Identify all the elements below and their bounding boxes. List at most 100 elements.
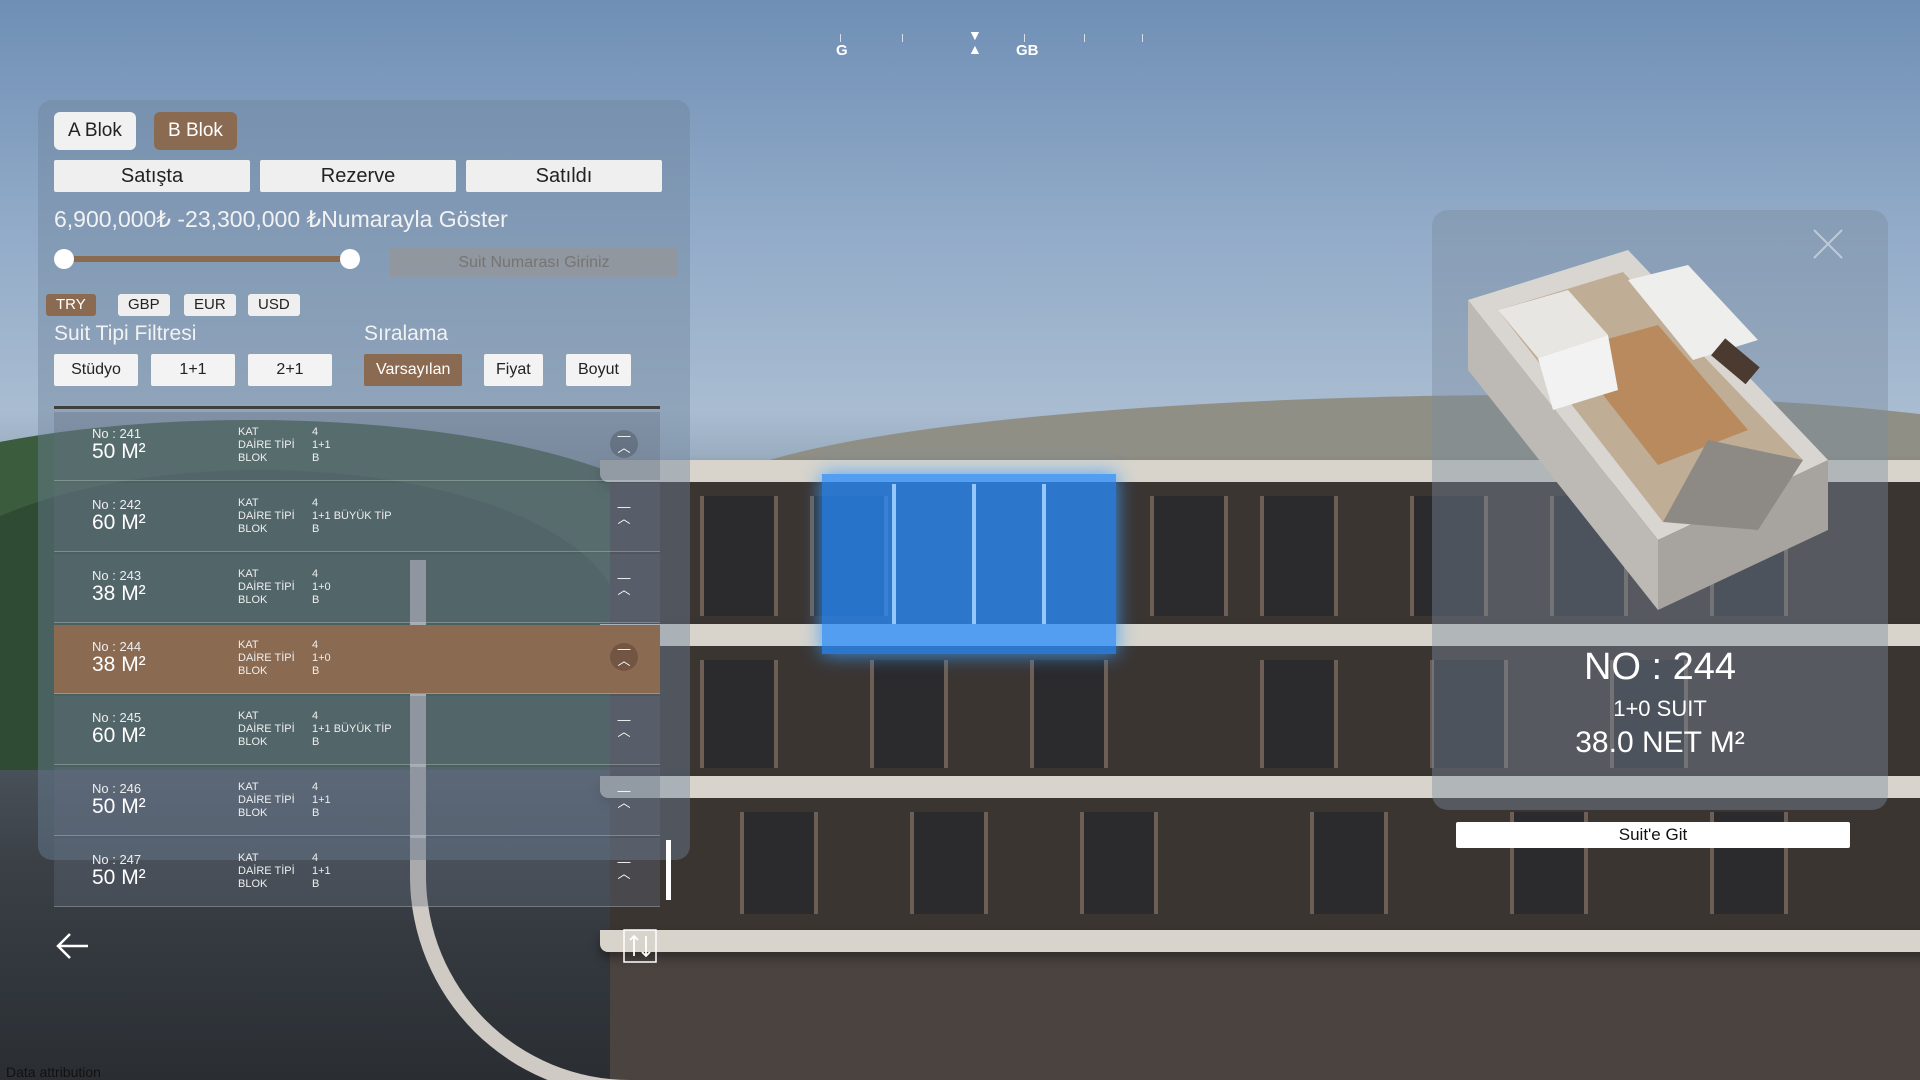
currency-eur-button[interactable]: EUR bbox=[184, 294, 236, 316]
selected-unit-highlight[interactable] bbox=[822, 474, 1116, 654]
compass-label-gb: GB bbox=[1016, 42, 1039, 59]
filter-panel: A Blok B Blok Satışta Rezerve Satıldı 6,… bbox=[38, 100, 690, 907]
expand-toggle-icon[interactable]: — ︿ bbox=[610, 500, 638, 529]
unit-block: B bbox=[312, 452, 320, 464]
blok-label: BLOK bbox=[238, 452, 268, 464]
data-attribution-link[interactable]: Data attribution bbox=[6, 1064, 101, 1080]
unit-field-values: 4 1+1 B bbox=[312, 852, 331, 891]
unit-field-labels: KAT DAİRE TİPİ BLOK bbox=[238, 426, 295, 465]
kat-label: KAT bbox=[238, 497, 259, 509]
unit-field-labels: KAT DAİRE TİPİ BLOK bbox=[238, 710, 295, 749]
unit-block: B bbox=[312, 665, 320, 677]
unit-field-values: 4 1+0 B bbox=[312, 568, 331, 607]
status-reserved-button[interactable]: Rezerve bbox=[260, 160, 456, 192]
suite-number-input[interactable] bbox=[390, 248, 678, 278]
building-floor bbox=[610, 798, 1920, 930]
filter-2plus1-button[interactable]: 2+1 bbox=[248, 354, 332, 386]
unit-floor: 4 bbox=[312, 852, 319, 864]
unit-floor: 4 bbox=[312, 426, 319, 438]
unit-row-242[interactable]: No : 242 60 M² KAT DAİRE TİPİ BLOK 4 1+1 BÜ… bbox=[54, 483, 660, 552]
unit-size: 50 M² bbox=[92, 866, 146, 889]
unit-block: B bbox=[312, 736, 320, 748]
unit-size: 38 M² bbox=[92, 582, 146, 605]
status-on-sale-button[interactable]: Satışta bbox=[54, 160, 250, 192]
unit-size: 60 M² bbox=[92, 724, 146, 747]
block-a-button[interactable]: A Blok bbox=[54, 112, 136, 150]
unit-number: No : 245 bbox=[92, 710, 142, 725]
unit-number: No : 241 bbox=[92, 426, 142, 441]
price-slider[interactable] bbox=[54, 249, 360, 269]
expand-toggle-icon[interactable]: — ︿ bbox=[610, 571, 638, 600]
compass-bar: G ▼ ▲ GB bbox=[820, 28, 1160, 68]
daire-tipi-label: DAİRE TİPİ bbox=[238, 794, 295, 806]
expand-toggle-icon[interactable]: — ︿ bbox=[610, 713, 638, 742]
unit-size: 50 M² bbox=[92, 795, 146, 818]
unit-field-labels: KAT DAİRE TİPİ BLOK bbox=[238, 497, 295, 536]
currency-usd-button[interactable]: USD bbox=[248, 294, 300, 316]
currency-try-button[interactable]: TRY bbox=[46, 294, 96, 316]
filter-studio-button[interactable]: Stüdyo bbox=[54, 354, 138, 386]
block-b-button[interactable]: B Blok bbox=[154, 112, 237, 150]
unit-type: 1+1 bbox=[312, 865, 331, 877]
go-to-suite-button[interactable]: Suit'e Git bbox=[1456, 822, 1850, 848]
sort-price-button[interactable]: Fiyat bbox=[484, 354, 543, 386]
price-slider-max-handle[interactable] bbox=[340, 249, 360, 269]
expand-toggle-icon[interactable]: — ︿ bbox=[610, 784, 638, 813]
price-max-symbol: ₺ bbox=[306, 206, 322, 232]
unit-floor: 4 bbox=[312, 497, 319, 509]
status-sold-button[interactable]: Satıldı bbox=[466, 160, 662, 192]
daire-tipi-label: DAİRE TİPİ bbox=[238, 723, 295, 735]
swap-view-icon[interactable] bbox=[622, 928, 658, 964]
show-by-number-label: Numarayla Göster bbox=[321, 206, 508, 232]
detail-unit-number: NO : 244 bbox=[1583, 646, 1737, 688]
daire-tipi-label: DAİRE TİPİ bbox=[238, 439, 295, 451]
unit-number: No : 247 bbox=[92, 852, 142, 867]
unit-list[interactable]: No : 241 50 M² KAT DAİRE TİPİ BLOK 4 1+1 B —… bbox=[54, 412, 660, 909]
unit-list-scrollbar[interactable] bbox=[666, 840, 671, 900]
unit-field-values: 4 1+1 B bbox=[312, 426, 331, 465]
unit-field-values: 4 1+1 B bbox=[312, 781, 331, 820]
unit-field-values: 4 1+1 BÜYÜK TİP B bbox=[312, 497, 392, 536]
unit-floor: 4 bbox=[312, 639, 319, 651]
price-slider-min-handle[interactable] bbox=[54, 249, 74, 269]
unit-number: No : 246 bbox=[92, 781, 142, 796]
filter-1plus1-button[interactable]: 1+1 bbox=[151, 354, 235, 386]
unit-block: B bbox=[312, 523, 320, 535]
list-divider bbox=[54, 406, 660, 409]
expand-toggle-icon[interactable]: — ︿ bbox=[610, 642, 638, 671]
unit-row-243[interactable]: No : 243 38 M² KAT DAİRE TİPİ BLOK 4 1+0 B —… bbox=[54, 554, 660, 623]
unit-row-247[interactable]: No : 247 50 M² KAT DAİRE TİPİ BLOK 4 1+1 B —… bbox=[54, 838, 660, 907]
expand-toggle-icon[interactable]: — ︿ bbox=[610, 429, 638, 458]
detail-unit-type: 1+0 SUIT bbox=[1613, 696, 1707, 721]
unit-field-values: 4 1+0 B bbox=[312, 639, 331, 678]
unit-size: 60 M² bbox=[92, 511, 146, 534]
daire-tipi-label: DAİRE TİPİ bbox=[238, 865, 295, 877]
unit-row-246[interactable]: No : 246 50 M² KAT DAİRE TİPİ BLOK 4 1+1 B —… bbox=[54, 767, 660, 836]
unit-row-244[interactable]: No : 244 38 M² KAT DAİRE TİPİ BLOK 4 1+0 B —… bbox=[54, 625, 660, 694]
unit-floor: 4 bbox=[312, 781, 319, 793]
kat-label: KAT bbox=[238, 639, 259, 651]
unit-type: 1+0 bbox=[312, 581, 331, 593]
currency-gbp-button[interactable]: GBP bbox=[118, 294, 170, 316]
unit-block: B bbox=[312, 878, 320, 890]
unit-field-labels: KAT DAİRE TİPİ BLOK bbox=[238, 781, 295, 820]
unit-field-labels: KAT DAİRE TİPİ BLOK bbox=[238, 568, 295, 607]
sort-size-button[interactable]: Boyut bbox=[566, 354, 631, 386]
unit-size: 38 M² bbox=[92, 653, 146, 676]
expand-toggle-icon[interactable]: — ︿ bbox=[610, 855, 638, 884]
blok-label: BLOK bbox=[238, 878, 268, 890]
back-arrow-icon[interactable] bbox=[52, 928, 92, 964]
kat-label: KAT bbox=[238, 568, 259, 580]
kat-label: KAT bbox=[238, 426, 259, 438]
unit-row-241[interactable]: No : 241 50 M² KAT DAİRE TİPİ BLOK 4 1+1 B —… bbox=[54, 412, 660, 481]
floorplan-3d-image bbox=[1468, 250, 1828, 610]
unit-number: No : 244 bbox=[92, 639, 142, 654]
blok-label: BLOK bbox=[238, 594, 268, 606]
unit-row-245[interactable]: No : 245 60 M² KAT DAİRE TİPİ BLOK 4 1+1 BÜ… bbox=[54, 696, 660, 765]
sort-default-button[interactable]: Varsayılan bbox=[364, 354, 463, 386]
daire-tipi-label: DAİRE TİPİ bbox=[238, 510, 295, 522]
unit-number: No : 243 bbox=[92, 568, 142, 583]
price-min-symbol: ₺ bbox=[156, 206, 171, 232]
kat-label: KAT bbox=[238, 781, 259, 793]
kat-label: KAT bbox=[238, 852, 259, 864]
